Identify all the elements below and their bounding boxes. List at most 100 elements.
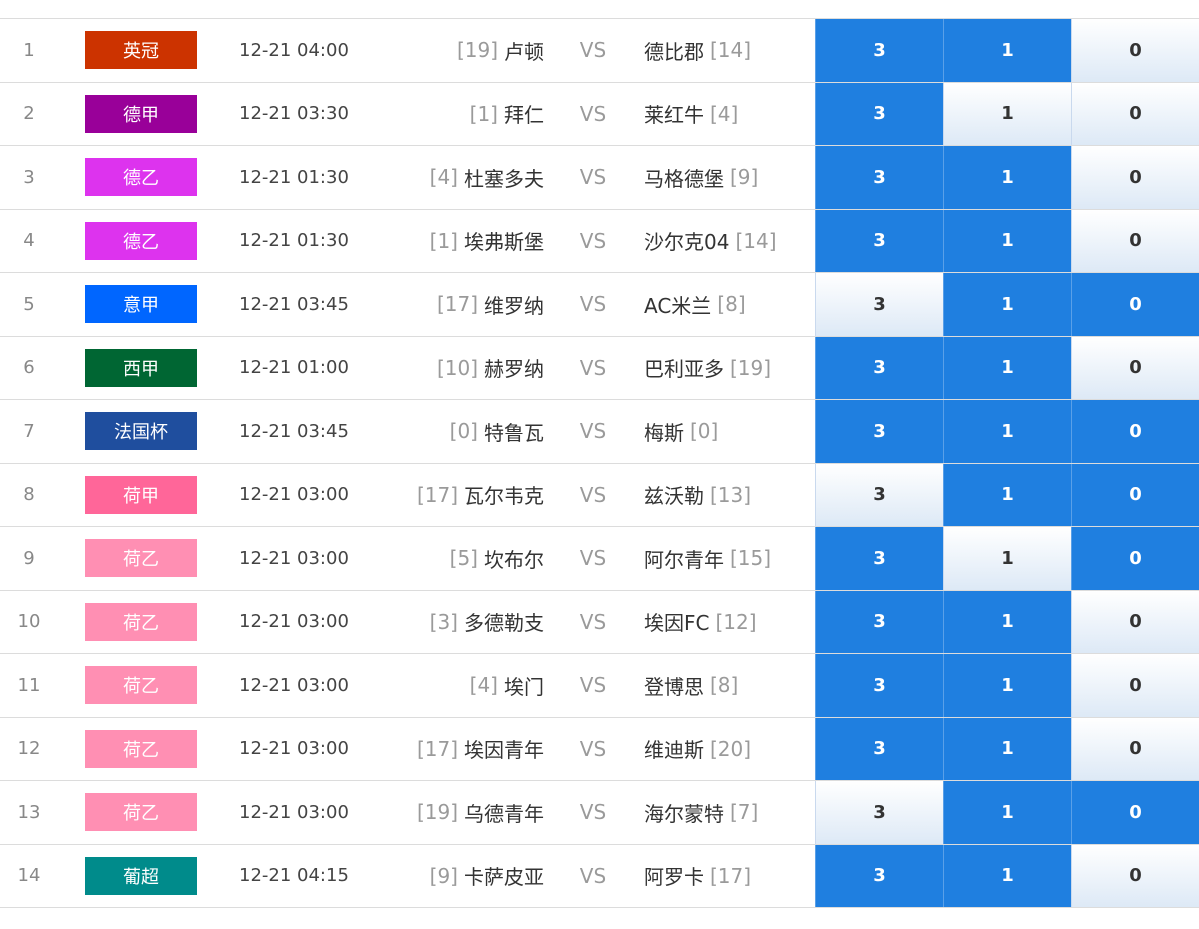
home-team[interactable]: [17] 维罗纳 [380, 273, 544, 336]
league-badge[interactable]: 德乙 [85, 221, 197, 260]
league-badge[interactable]: 法国杯 [85, 412, 197, 451]
odd-draw-button[interactable]: 1 [943, 463, 1071, 526]
league-badge[interactable]: 英冠 [85, 31, 197, 70]
league-badge[interactable]: 荷乙 [85, 539, 197, 578]
league-badge[interactable]: 西甲 [85, 348, 197, 387]
odd-home-win-button[interactable]: 3 [815, 336, 943, 399]
odd-away-win-button[interactable]: 0 [1071, 400, 1199, 463]
away-team[interactable]: 沙尔克04 [14] [644, 210, 814, 273]
match-table: 1 英冠 12-21 04:00 [19] 卢顿 VS 德比郡 [14] 3 1 0… [0, 18, 1199, 908]
odd-away-win-button[interactable]: 0 [1071, 590, 1199, 653]
home-team[interactable]: [17] 埃因青年 [380, 718, 544, 781]
match-index: 7 [23, 420, 35, 442]
odd-away-win-button[interactable]: 0 [1071, 463, 1199, 526]
odd-away-win-button[interactable]: 0 [1071, 19, 1199, 82]
home-team[interactable]: [1] 拜仁 [380, 83, 544, 146]
home-team-name: 坎布尔 [484, 547, 544, 572]
odd-draw-button[interactable]: 1 [943, 781, 1071, 844]
home-team[interactable]: [1] 埃弗斯堡 [380, 210, 544, 273]
away-team[interactable]: 海尔蒙特 [7] [644, 781, 814, 844]
match-time: 12-21 01:30 [239, 166, 349, 188]
odd-away-win-button[interactable]: 0 [1071, 654, 1199, 717]
home-team[interactable]: [0] 特鲁瓦 [380, 400, 544, 463]
away-team-name: 巴利亚多 [644, 357, 724, 382]
odd-away-win-button[interactable]: 0 [1071, 209, 1199, 272]
odd-home-win-button[interactable]: 3 [815, 19, 943, 82]
odd-home-win-button[interactable]: 3 [815, 781, 943, 844]
odd-home-win-button[interactable]: 3 [815, 717, 943, 780]
odd-home-win-button[interactable]: 3 [815, 527, 943, 590]
odd-away-win-button[interactable]: 0 [1071, 273, 1199, 336]
odd-draw-button[interactable]: 1 [943, 654, 1071, 717]
league-badge[interactable]: 荷乙 [85, 666, 197, 705]
league-badge[interactable]: 德乙 [85, 158, 197, 197]
away-team[interactable]: 马格德堡 [9] [644, 146, 814, 209]
odd-draw-button[interactable]: 1 [943, 209, 1071, 272]
away-team[interactable]: 阿尔青年 [15] [644, 527, 814, 590]
odd-draw-button[interactable]: 1 [943, 273, 1071, 336]
odd-home-win-button[interactable]: 3 [815, 654, 943, 717]
odd-away-win-button[interactable]: 0 [1071, 82, 1199, 145]
league-badge[interactable]: 荷甲 [85, 475, 197, 514]
league-badge[interactable]: 意甲 [85, 285, 197, 324]
odd-draw-button[interactable]: 1 [943, 82, 1071, 145]
league-cell: 德乙 [85, 146, 197, 209]
home-team[interactable]: [5] 坎布尔 [380, 527, 544, 590]
home-rank: [4] [429, 165, 458, 190]
odd-draw-button[interactable]: 1 [943, 19, 1071, 82]
away-team[interactable]: 兹沃勒 [13] [644, 464, 814, 527]
home-rank: [1] [429, 228, 458, 253]
odd-home-win-button[interactable]: 3 [815, 463, 943, 526]
odd-draw-button[interactable]: 1 [943, 590, 1071, 653]
league-badge[interactable]: 荷乙 [85, 602, 197, 641]
odd-home-win-button[interactable]: 3 [815, 82, 943, 145]
odd-draw-button[interactable]: 1 [943, 844, 1071, 907]
league-badge[interactable]: 葡超 [85, 856, 197, 895]
away-team[interactable]: 登博思 [8] [644, 654, 814, 717]
home-team[interactable]: [3] 多德勒支 [380, 591, 544, 654]
odd-draw-button[interactable]: 1 [943, 717, 1071, 780]
odd-home-win-button[interactable]: 3 [815, 590, 943, 653]
league-badge[interactable]: 荷乙 [85, 729, 197, 768]
vs-label: VS [579, 292, 607, 317]
odd-away-win-button[interactable]: 0 [1071, 844, 1199, 907]
odd-away-win-button[interactable]: 0 [1071, 146, 1199, 209]
vs-label: VS [579, 863, 607, 888]
home-team[interactable]: [19] 乌德青年 [380, 781, 544, 844]
away-team[interactable]: 梅斯 [0] [644, 400, 814, 463]
odd-draw-button[interactable]: 1 [943, 400, 1071, 463]
home-team[interactable]: [4] 埃门 [380, 654, 544, 717]
odd-home-win-button[interactable]: 3 [815, 209, 943, 272]
home-team[interactable]: [4] 杜塞多夫 [380, 146, 544, 209]
away-team[interactable]: AC米兰 [8] [644, 273, 814, 336]
odd-home-win-button[interactable]: 3 [815, 273, 943, 336]
match-time: 12-21 03:45 [239, 293, 349, 315]
odd-away-win-button[interactable]: 0 [1071, 781, 1199, 844]
home-team-name: 埃因青年 [464, 738, 544, 763]
away-team[interactable]: 阿罗卡 [17] [644, 845, 814, 908]
odd-home-win-button[interactable]: 3 [815, 146, 943, 209]
away-team[interactable]: 巴利亚多 [19] [644, 337, 814, 400]
home-team[interactable]: [10] 赫罗纳 [380, 337, 544, 400]
odd-away-win-button[interactable]: 0 [1071, 717, 1199, 780]
home-team[interactable]: [19] 卢顿 [380, 19, 544, 82]
home-team[interactable]: [9] 卡萨皮亚 [380, 845, 544, 908]
away-team[interactable]: 维迪斯 [20] [644, 718, 814, 781]
odd-draw-button[interactable]: 1 [943, 336, 1071, 399]
odd-draw-button[interactable]: 1 [943, 527, 1071, 590]
odd-away-win-button[interactable]: 0 [1071, 336, 1199, 399]
home-team[interactable]: [17] 瓦尔韦克 [380, 464, 544, 527]
away-team[interactable]: 莱红牛 [4] [644, 83, 814, 146]
odd-home-win-button[interactable]: 3 [815, 844, 943, 907]
away-rank: [8] [717, 292, 746, 317]
league-badge[interactable]: 荷乙 [85, 793, 197, 832]
away-rank: [7] [730, 800, 759, 825]
odd-away-win-button[interactable]: 0 [1071, 527, 1199, 590]
away-team[interactable]: 埃因FC [12] [644, 591, 814, 654]
odd-draw-button[interactable]: 1 [943, 146, 1071, 209]
vs-label: VS [579, 609, 607, 634]
match-row: 14 葡超 12-21 04:15 [9] 卡萨皮亚 VS 阿罗卡 [17] 3 1… [0, 844, 1199, 908]
odd-home-win-button[interactable]: 3 [815, 400, 943, 463]
away-team[interactable]: 德比郡 [14] [644, 19, 814, 82]
league-badge[interactable]: 德甲 [85, 94, 197, 133]
